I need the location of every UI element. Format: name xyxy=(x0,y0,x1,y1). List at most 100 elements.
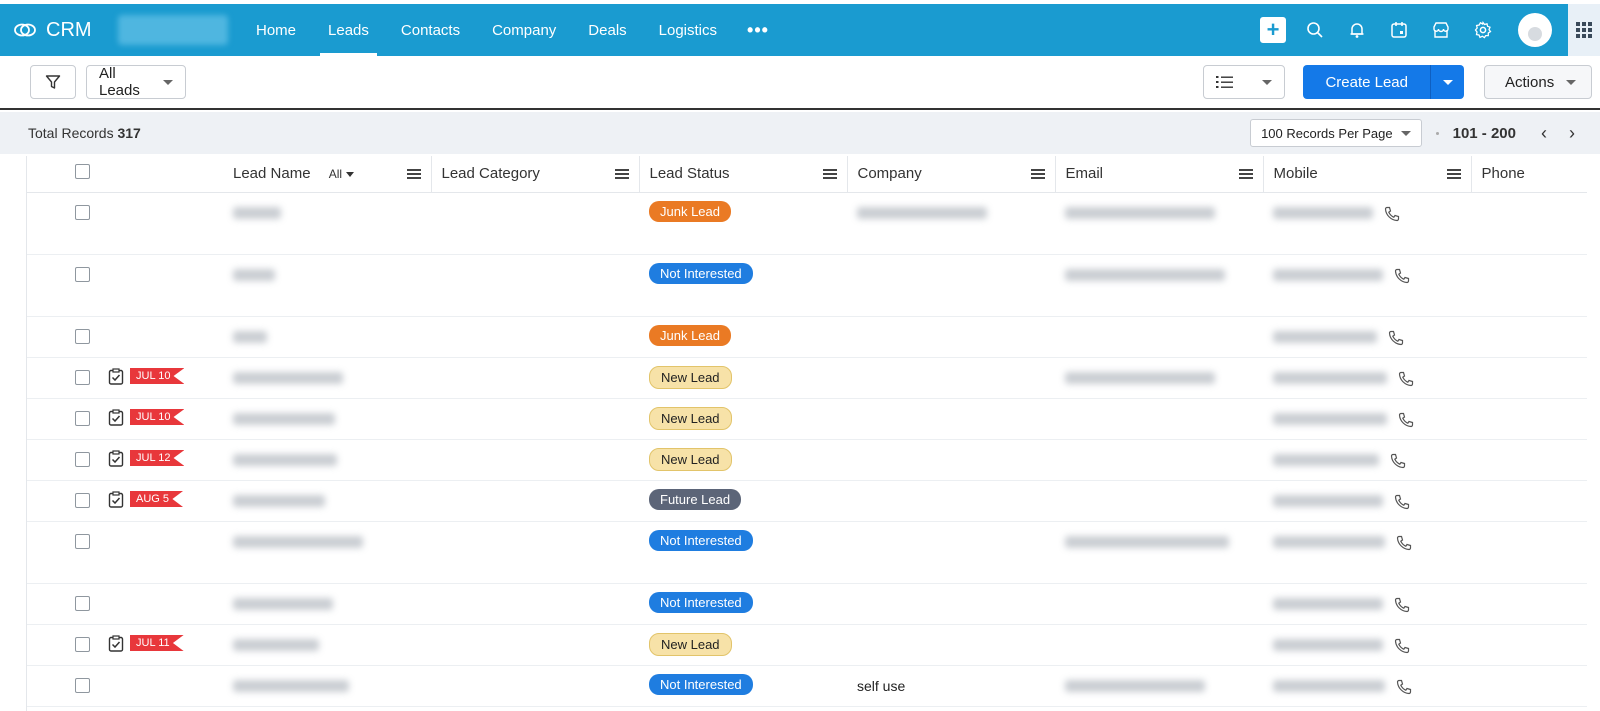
email-redacted[interactable] xyxy=(1065,371,1215,384)
crm-logo[interactable]: CRM xyxy=(0,17,112,43)
lead-name-cell[interactable] xyxy=(223,583,431,625)
table-row[interactable]: JUL 12 New Lead xyxy=(27,439,1587,481)
create-lead-button[interactable]: Create Lead xyxy=(1303,65,1430,99)
filter-toggle-button[interactable] xyxy=(30,65,76,99)
lead-name-redacted[interactable] xyxy=(233,453,337,466)
lead-name-cell[interactable] xyxy=(223,398,431,440)
task-indicator[interactable]: JUL 10 xyxy=(108,367,185,385)
row-checkbox[interactable] xyxy=(75,677,90,693)
column-header-phone[interactable]: Phone xyxy=(1471,156,1587,193)
previous-page-button[interactable]: ‹ xyxy=(1530,119,1558,147)
lead-name-cell[interactable] xyxy=(223,316,431,358)
nav-item-company[interactable]: Company xyxy=(476,4,572,56)
email-redacted[interactable] xyxy=(1065,206,1215,219)
org-name-redacted[interactable] xyxy=(118,15,228,45)
lead-name-cell[interactable] xyxy=(223,254,431,317)
task-indicator[interactable]: JUL 11 xyxy=(108,634,184,652)
mobile-redacted[interactable] xyxy=(1273,679,1385,692)
mobile-redacted[interactable] xyxy=(1273,535,1385,548)
custom-view-select[interactable]: All Leads xyxy=(86,65,186,99)
column-menu-icon[interactable] xyxy=(1030,168,1045,179)
marketplace-button[interactable] xyxy=(1420,4,1462,56)
next-page-button[interactable]: › xyxy=(1558,119,1586,147)
phone-icon[interactable] xyxy=(1397,411,1415,429)
calendar-button[interactable] xyxy=(1378,4,1420,56)
phone-icon[interactable] xyxy=(1389,452,1407,470)
lead-name-cell[interactable] xyxy=(223,665,431,707)
mobile-redacted[interactable] xyxy=(1273,453,1379,466)
lead-name-redacted[interactable] xyxy=(233,535,363,548)
email-redacted[interactable] xyxy=(1065,268,1225,281)
row-checkbox[interactable] xyxy=(75,636,90,652)
table-row[interactable]: Junk Lead xyxy=(27,192,1587,255)
actions-button[interactable]: Actions xyxy=(1484,65,1592,99)
lead-name-cell[interactable] xyxy=(223,439,431,481)
column-menu-icon[interactable] xyxy=(822,168,837,179)
table-row[interactable]: Not Interested xyxy=(27,254,1587,317)
row-checkbox[interactable] xyxy=(75,369,90,385)
column-header-lead-status[interactable]: Lead Status xyxy=(639,156,848,193)
row-checkbox[interactable] xyxy=(75,266,90,282)
row-checkbox[interactable] xyxy=(75,204,90,220)
lead-name-cell[interactable] xyxy=(223,357,431,399)
column-header-lead-category[interactable]: Lead Category xyxy=(431,156,640,193)
column-menu-icon[interactable] xyxy=(1446,168,1461,179)
nav-item-deals[interactable]: Deals xyxy=(572,4,642,56)
mobile-redacted[interactable] xyxy=(1273,597,1383,610)
select-all-checkbox[interactable] xyxy=(75,164,90,180)
row-checkbox[interactable] xyxy=(75,533,90,549)
settings-button[interactable] xyxy=(1462,4,1504,56)
phone-icon[interactable] xyxy=(1383,205,1401,223)
lead-name-redacted[interactable] xyxy=(233,206,281,219)
lead-name-redacted[interactable] xyxy=(233,268,275,281)
email-redacted[interactable] xyxy=(1065,679,1205,692)
task-indicator[interactable]: AUG 5 xyxy=(108,490,184,508)
column-header-company[interactable]: Company xyxy=(847,156,1056,193)
row-checkbox[interactable] xyxy=(75,328,90,344)
app-launcher-button[interactable] xyxy=(1568,4,1600,56)
nav-item-home[interactable]: Home xyxy=(240,4,312,56)
phone-icon[interactable] xyxy=(1395,678,1413,696)
phone-icon[interactable] xyxy=(1393,596,1411,614)
view-mode-select[interactable] xyxy=(1203,65,1286,99)
email-redacted[interactable] xyxy=(1065,535,1229,548)
user-avatar[interactable] xyxy=(1518,13,1552,47)
lead-name-redacted[interactable] xyxy=(233,494,325,507)
lead-name-redacted[interactable] xyxy=(233,330,267,343)
phone-icon[interactable] xyxy=(1393,637,1411,655)
column-header-lead-name[interactable]: Lead Name All xyxy=(223,156,432,193)
table-row[interactable]: JUL 11 New Lead xyxy=(27,624,1587,666)
notifications-button[interactable] xyxy=(1336,4,1378,56)
mobile-redacted[interactable] xyxy=(1273,268,1383,281)
table-row[interactable]: Not Interested xyxy=(27,521,1587,584)
table-row[interactable]: Junk Lead xyxy=(27,316,1587,358)
lead-name-filter-select[interactable]: All xyxy=(329,167,355,181)
column-header-email[interactable]: Email xyxy=(1055,156,1264,193)
lead-name-redacted[interactable] xyxy=(233,371,343,384)
table-row[interactable]: Not Interested xyxy=(27,583,1587,625)
more-modules-button[interactable]: ••• xyxy=(733,20,783,41)
row-checkbox[interactable] xyxy=(75,451,90,467)
phone-icon[interactable] xyxy=(1393,267,1411,285)
create-lead-dropdown-button[interactable] xyxy=(1430,65,1464,99)
table-row[interactable]: Not Interested self use xyxy=(27,665,1587,707)
mobile-redacted[interactable] xyxy=(1273,494,1383,507)
nav-item-logistics[interactable]: Logistics xyxy=(643,4,733,56)
lead-name-cell[interactable] xyxy=(223,480,431,522)
lead-name-cell[interactable] xyxy=(223,192,431,255)
column-menu-icon[interactable] xyxy=(614,168,629,179)
mobile-redacted[interactable] xyxy=(1273,638,1383,651)
quick-create-button[interactable]: + xyxy=(1252,4,1294,56)
row-checkbox[interactable] xyxy=(75,595,90,611)
lead-name-cell[interactable] xyxy=(223,624,431,666)
task-indicator[interactable]: JUL 10 xyxy=(108,408,185,426)
mobile-redacted[interactable] xyxy=(1273,371,1387,384)
phone-icon[interactable] xyxy=(1397,370,1415,388)
phone-icon[interactable] xyxy=(1393,493,1411,511)
mobile-redacted[interactable] xyxy=(1273,330,1377,343)
task-indicator[interactable]: JUL 12 xyxy=(108,449,185,467)
lead-name-cell[interactable] xyxy=(223,521,431,584)
lead-name-redacted[interactable] xyxy=(233,597,333,610)
mobile-redacted[interactable] xyxy=(1273,206,1373,219)
table-row[interactable]: AUG 5 Future Lead xyxy=(27,480,1587,522)
